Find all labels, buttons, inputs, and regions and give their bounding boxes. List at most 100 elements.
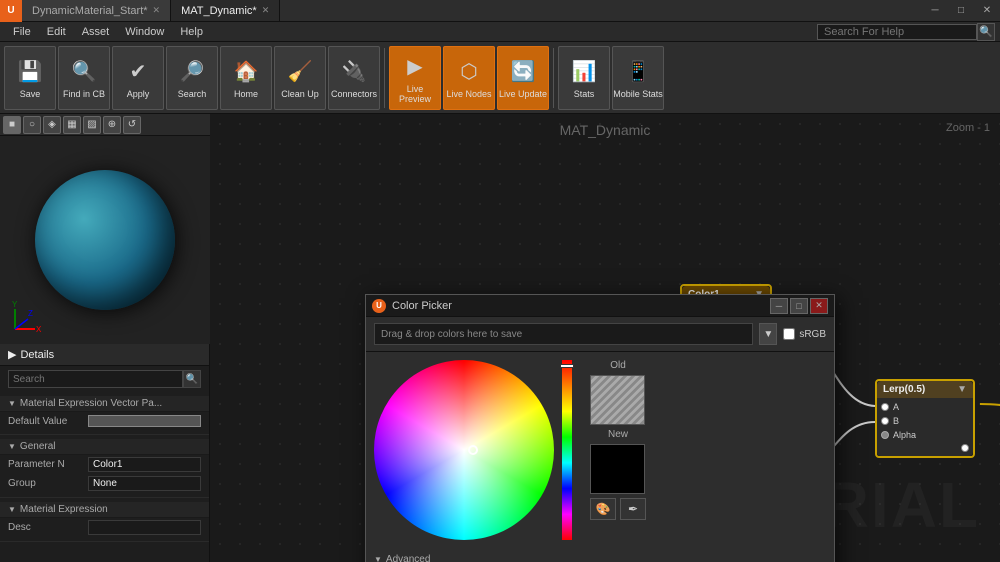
tab-close-2[interactable]: ✕ bbox=[262, 5, 270, 16]
connectors-button[interactable]: 🔌 Connectors bbox=[328, 46, 380, 110]
home-icon: 🏠 bbox=[230, 56, 262, 88]
live-nodes-icon: ⬡ bbox=[453, 56, 485, 88]
lerp-pin-b-dot[interactable] bbox=[881, 417, 889, 425]
node-lerp-pin-out[interactable] bbox=[877, 442, 973, 454]
color-wheel[interactable] bbox=[374, 360, 554, 540]
apply-button[interactable]: ✔ Apply bbox=[112, 46, 164, 110]
toolbar-separator-2 bbox=[553, 48, 554, 108]
desc-row: Desc bbox=[0, 518, 209, 537]
cleanup-button[interactable]: 🧹 Clean Up bbox=[274, 46, 326, 110]
live-update-icon: 🔄 bbox=[507, 56, 539, 88]
connectors-label: Connectors bbox=[331, 90, 377, 100]
main-area: ■ ○ ◈ ▦ ▨ ⊕ ↺ X Y Z bbox=[0, 114, 1000, 562]
lerp-pin-a-dot[interactable] bbox=[881, 403, 889, 411]
home-label: Home bbox=[234, 90, 258, 100]
default-value-label: Default Value bbox=[8, 416, 88, 427]
minimize-button[interactable]: ─ bbox=[922, 0, 948, 22]
general-text: General bbox=[20, 441, 56, 452]
maximize-button[interactable]: □ bbox=[948, 0, 974, 22]
vt-btn-6[interactable]: ⊕ bbox=[103, 116, 121, 134]
color-wheel-wrap[interactable] bbox=[374, 360, 554, 540]
cleanup-icon: 🧹 bbox=[284, 56, 316, 88]
parameter-n-input[interactable] bbox=[88, 457, 201, 472]
dialog-maximize-btn[interactable]: □ bbox=[790, 298, 808, 314]
vt-btn-5[interactable]: ▨ bbox=[83, 116, 101, 134]
find-in-cb-button[interactable]: 🔍 Find in CB bbox=[58, 46, 110, 110]
tab-close-1[interactable]: ✕ bbox=[153, 5, 161, 16]
live-update-label: Live Update bbox=[499, 90, 547, 100]
drag-drop-area[interactable]: Drag & drop colors here to save bbox=[374, 323, 753, 345]
details-icon: ▶ bbox=[8, 348, 16, 361]
sample-btn[interactable]: ✒ bbox=[620, 498, 646, 520]
details-title: Details bbox=[20, 349, 54, 361]
window-close-button[interactable]: ✕ bbox=[974, 0, 1000, 22]
advanced-header[interactable]: ▼ Advanced bbox=[374, 552, 826, 562]
drag-drop-arrow[interactable]: ▼ bbox=[759, 323, 777, 345]
lerp-pin-out-dot[interactable] bbox=[961, 444, 969, 452]
menu-file[interactable]: File bbox=[5, 22, 39, 41]
hue-slider[interactable] bbox=[562, 360, 572, 540]
vt-btn-1[interactable]: ■ bbox=[3, 116, 21, 134]
preview-sphere-area: X Y Z bbox=[0, 136, 210, 344]
default-value-swatch[interactable] bbox=[88, 415, 201, 427]
lerp-pin-alpha-dot[interactable] bbox=[881, 431, 889, 439]
help-search-button[interactable]: 🔍 bbox=[977, 23, 995, 41]
vt-btn-2[interactable]: ○ bbox=[23, 116, 41, 134]
advanced-section: ▼ Advanced bbox=[366, 548, 834, 562]
hue-slider-wrap[interactable] bbox=[562, 360, 582, 540]
details-search-row: 🔍 bbox=[0, 366, 209, 392]
stats-button[interactable]: 📊 Stats bbox=[558, 46, 610, 110]
live-nodes-label: Live Nodes bbox=[446, 90, 491, 100]
menu-help[interactable]: Help bbox=[172, 22, 211, 41]
dialog-app-icon: U bbox=[372, 299, 386, 313]
swatch-area: Old New 🎨 ✒ bbox=[590, 360, 646, 540]
general-arrow: ▼ bbox=[8, 442, 16, 451]
node-lerp-pin-alpha[interactable]: Alpha bbox=[877, 428, 973, 442]
help-search-input[interactable] bbox=[817, 24, 977, 40]
mat-expression-label: ▼ Material Expression bbox=[0, 502, 209, 518]
new-swatch-label: New bbox=[590, 429, 646, 440]
mobile-stats-button[interactable]: 📱 Mobile Stats bbox=[612, 46, 664, 110]
wheel-cursor[interactable] bbox=[468, 445, 478, 455]
dialog-minimize-btn[interactable]: ─ bbox=[770, 298, 788, 314]
svg-text:Z: Z bbox=[28, 309, 33, 318]
details-search-input[interactable] bbox=[8, 370, 183, 388]
window-controls: ─ □ ✕ bbox=[922, 0, 1000, 22]
home-button[interactable]: 🏠 Home bbox=[220, 46, 272, 110]
picker-main: Old New 🎨 ✒ bbox=[366, 352, 834, 548]
canvas-area[interactable]: MAT_Dynamic Zoom - 1 MATERIAL Color1 ▼ P… bbox=[210, 114, 1000, 562]
preview-sphere bbox=[35, 170, 175, 310]
stats-label: Stats bbox=[574, 90, 595, 100]
node-lerp-pin-b[interactable]: B bbox=[877, 414, 973, 428]
group-row: Group bbox=[0, 474, 209, 493]
live-nodes-button[interactable]: ⬡ Live Nodes bbox=[443, 46, 495, 110]
node-lerp[interactable]: Lerp(0.5) ▼ A B Alpha bbox=[875, 379, 975, 458]
search-button[interactable]: 🔎 Search bbox=[166, 46, 218, 110]
details-search-icon[interactable]: 🔍 bbox=[183, 370, 201, 388]
desc-input[interactable] bbox=[88, 520, 201, 535]
menu-edit[interactable]: Edit bbox=[39, 22, 74, 41]
tab-mat-dynamic[interactable]: MAT_Dynamic* ✕ bbox=[171, 0, 280, 21]
vt-btn-7[interactable]: ↺ bbox=[123, 116, 141, 134]
menu-asset[interactable]: Asset bbox=[74, 22, 118, 41]
dialog-close-btn[interactable]: ✕ bbox=[810, 298, 828, 314]
save-button[interactable]: 💾 Save bbox=[4, 46, 56, 110]
vt-btn-4[interactable]: ▦ bbox=[63, 116, 81, 134]
srgb-checkbox[interactable] bbox=[783, 328, 795, 340]
node-lerp-pin-a[interactable]: A bbox=[877, 400, 973, 414]
apply-label: Apply bbox=[127, 90, 150, 100]
dialog-win-btns: ─ □ ✕ bbox=[770, 298, 828, 314]
vt-btn-3[interactable]: ◈ bbox=[43, 116, 61, 134]
live-preview-button[interactable]: ▶ Live Preview bbox=[389, 46, 441, 110]
left-panel: ■ ○ ◈ ▦ ▨ ⊕ ↺ X Y Z bbox=[0, 114, 210, 562]
menu-window[interactable]: Window bbox=[117, 22, 172, 41]
eyedropper-btn[interactable]: 🎨 bbox=[590, 498, 616, 520]
live-update-button[interactable]: 🔄 Live Update bbox=[497, 46, 549, 110]
parameter-n-row: Parameter N bbox=[0, 455, 209, 474]
mat-expr-arrow: ▼ bbox=[8, 399, 16, 408]
node-lerp-dropdown[interactable]: ▼ bbox=[957, 384, 967, 395]
cleanup-label: Clean Up bbox=[281, 90, 319, 100]
group-input[interactable] bbox=[88, 476, 201, 491]
tab-dynamic-material[interactable]: DynamicMaterial_Start* ✕ bbox=[22, 0, 171, 21]
mat-expression-section: ▼ Material Expression Desc bbox=[0, 498, 209, 542]
